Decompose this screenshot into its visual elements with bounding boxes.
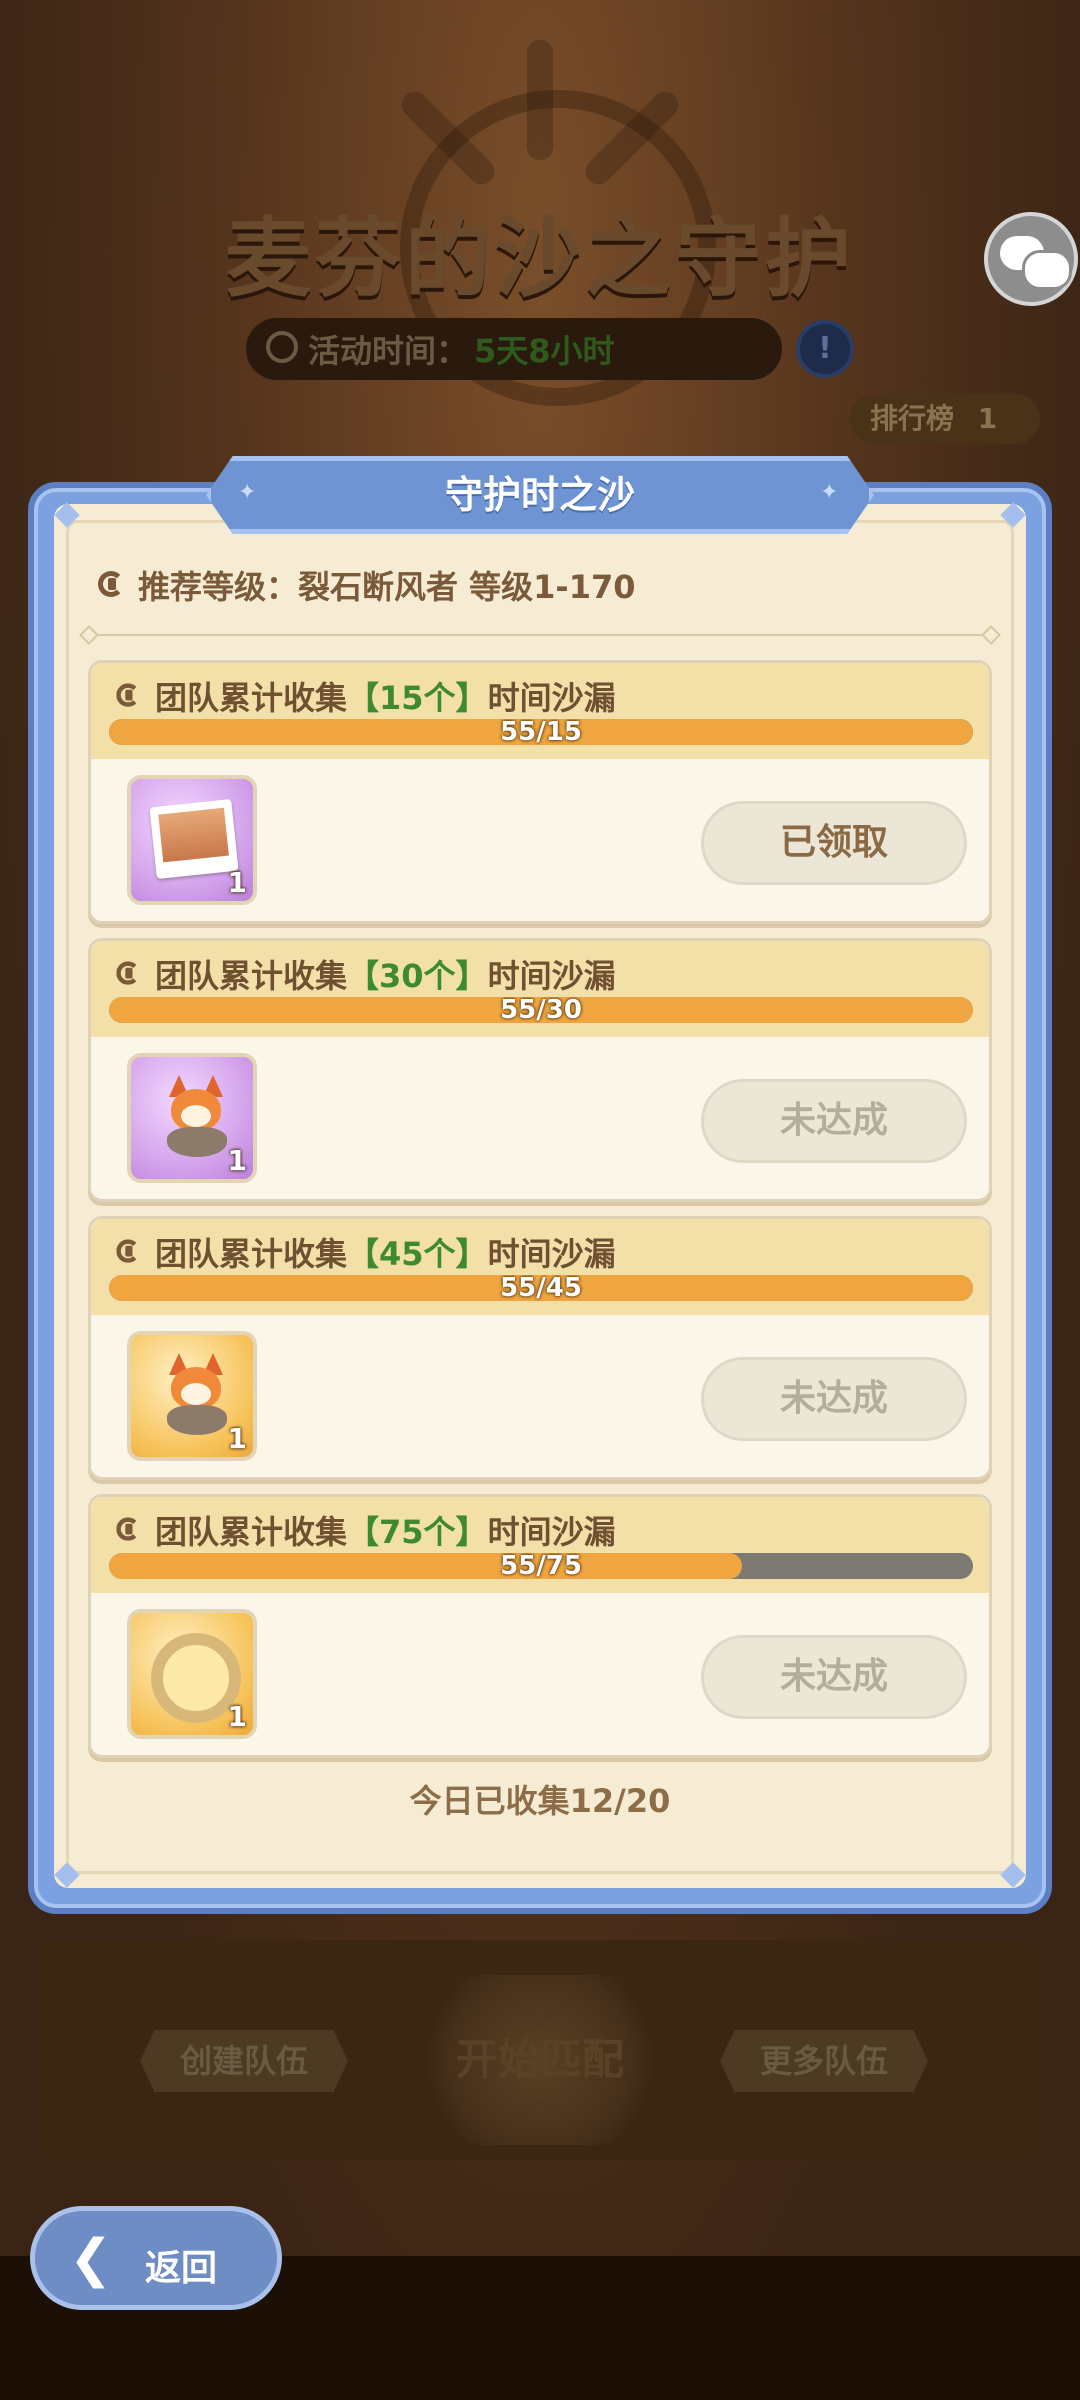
fox-avatar-icon <box>159 1075 233 1161</box>
back-label: 返回 <box>145 2248 218 2289</box>
more-teams-button[interactable]: 更多队伍 <box>720 2030 929 2092</box>
not-achieved-button[interactable]: 未达成 <box>701 1079 967 1163</box>
reward-quantity: 1 <box>227 1422 247 1455</box>
progress-text: 55/15 <box>500 719 582 745</box>
task-title-suffix: 时间沙漏 <box>487 957 616 995</box>
not-achieved-button[interactable]: 未达成 <box>701 1357 967 1441</box>
hourglass-icon <box>115 1516 142 1545</box>
recommend-label: 推荐等级： <box>138 568 299 606</box>
progress-text: 55/45 <box>500 1275 582 1301</box>
reward-quantity: 1 <box>227 1700 247 1733</box>
reward-item[interactable]: 1 <box>127 1331 257 1461</box>
task-title: 团队累计收集 【75个】 时间沙漏 <box>113 1507 616 1553</box>
task-title-prefix: 团队累计收集 <box>155 679 348 717</box>
progress-bar: 55/75 <box>109 1553 973 1579</box>
task-card: 团队累计收集 【15个】 时间沙漏 55/15 1 已领取 <box>88 660 992 924</box>
task-card: 团队累计收集 【45个】 时间沙漏 55/45 1 未达成 <box>88 1216 992 1480</box>
reward-item[interactable]: 1 <box>127 1053 257 1183</box>
event-title: 麦芬的沙之守护 <box>225 209 855 309</box>
divider <box>86 634 992 636</box>
progress-text: 55/30 <box>500 997 582 1023</box>
task-title-prefix: 团队累计收集 <box>155 1235 348 1273</box>
task-title-suffix: 时间沙漏 <box>487 1513 616 1551</box>
back-button[interactable]: ❮ 返回 <box>30 2206 282 2310</box>
reward-quantity: 1 <box>227 866 247 899</box>
task-title-prefix: 团队累计收集 <box>155 1513 348 1551</box>
sparkle-icon: ✦ <box>820 480 839 505</box>
task-header: 团队累计收集 【45个】 时间沙漏 55/45 <box>91 1219 989 1315</box>
task-title-suffix: 时间沙漏 <box>487 679 616 717</box>
progress-text: 55/75 <box>500 1553 582 1579</box>
task-target-count: 【75个】 <box>347 1513 488 1551</box>
task-title-suffix: 时间沙漏 <box>487 1235 616 1273</box>
progress-bar: 55/15 <box>109 719 973 745</box>
hourglass-icon <box>115 960 142 989</box>
back-arrow-icon: ❮ <box>69 2229 113 2289</box>
activity-time-label: 活动时间： <box>308 332 469 370</box>
create-team-button[interactable]: 创建队伍 <box>140 2030 349 2092</box>
task-target-count: 【15个】 <box>347 679 488 717</box>
ranking-badge: 1 <box>977 402 998 435</box>
daily-collected-text: 今日已收集12/20 <box>409 1782 671 1820</box>
activity-time-value: 5天8小时 <box>474 332 615 370</box>
task-title: 团队累计收集 【15个】 时间沙漏 <box>113 673 616 719</box>
task-title: 团队累计收集 【30个】 时间沙漏 <box>113 951 616 997</box>
not-achieved-button[interactable]: 未达成 <box>701 1635 967 1719</box>
task-card: 团队累计收集 【75个】 时间沙漏 55/75 1 未达成 <box>88 1494 992 1758</box>
task-target-count: 【30个】 <box>347 957 488 995</box>
task-target-count: 【45个】 <box>347 1235 488 1273</box>
fox-avatar-icon <box>159 1353 233 1439</box>
task-header: 团队累计收集 【75个】 时间沙漏 55/75 <box>91 1497 989 1593</box>
recommend-value: 裂石断风者 等级1-170 <box>298 568 636 606</box>
desert-photo-icon <box>149 798 239 880</box>
ranking-tab[interactable]: 排行榜 1 <box>850 394 1040 444</box>
chat-button[interactable] <box>984 212 1078 306</box>
clock-icon <box>266 331 298 363</box>
task-header: 团队累计收集 【30个】 时间沙漏 55/30 <box>91 941 989 1037</box>
recommend-row: 推荐等级： 裂石断风者 等级1-170 <box>96 558 636 612</box>
activity-time-bar: 活动时间： 5天8小时 <box>246 318 782 380</box>
reward-item[interactable]: 1 <box>127 1609 257 1739</box>
modal-title: 守护时之沙 <box>444 473 635 517</box>
chat-bubble-icon <box>1022 250 1072 290</box>
info-icon[interactable]: ! <box>796 320 854 378</box>
start-match-button[interactable]: 开始匹配 <box>400 1975 680 2145</box>
progress-bar: 55/45 <box>109 1275 973 1301</box>
hourglass-icon <box>115 1238 142 1267</box>
claimed-button[interactable]: 已领取 <box>701 801 967 885</box>
progress-bar: 55/30 <box>109 997 973 1023</box>
task-header: 团队累计收集 【15个】 时间沙漏 55/15 <box>91 663 989 759</box>
hourglass-icon <box>115 682 142 711</box>
hourglass-icon <box>96 569 126 601</box>
reward-quantity: 1 <box>227 1144 247 1177</box>
ranking-label: 排行榜 <box>870 402 955 435</box>
sparkle-icon: ✦ <box>238 480 257 505</box>
task-card: 团队累计收集 【30个】 时间沙漏 55/30 1 未达成 <box>88 938 992 1202</box>
task-title: 团队累计收集 【45个】 时间沙漏 <box>113 1229 616 1275</box>
task-title-prefix: 团队累计收集 <box>155 957 348 995</box>
reward-item[interactable]: 1 <box>127 775 257 905</box>
